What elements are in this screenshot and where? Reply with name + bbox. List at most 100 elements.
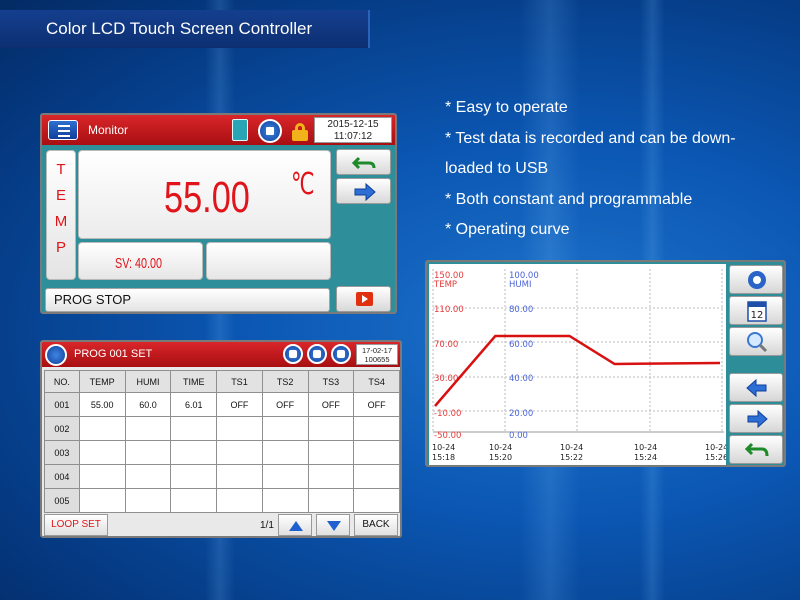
- stop-icon: [266, 127, 274, 135]
- title-bar: Color LCD Touch Screen Controller: [0, 10, 370, 48]
- calendar-button[interactable]: 12: [729, 296, 783, 325]
- unlock-icon[interactable]: [292, 123, 308, 141]
- up-arrow-icon: [289, 521, 303, 531]
- calendar-day: 12: [751, 310, 764, 321]
- table-cell[interactable]: [353, 464, 400, 489]
- zoom-button[interactable]: [729, 327, 783, 356]
- table-cell[interactable]: [261, 488, 309, 513]
- table-row[interactable]: 002: [44, 416, 400, 441]
- table-cell[interactable]: [353, 488, 400, 513]
- left-arrow-icon: [746, 378, 767, 398]
- menu-icon: [58, 125, 70, 127]
- feature-item: * Both constant and programmable: [445, 190, 693, 208]
- feature-item: loaded to USB: [445, 160, 549, 177]
- return-button[interactable]: [336, 149, 391, 175]
- refresh-button[interactable]: [729, 265, 783, 294]
- delete-icon[interactable]: [307, 344, 327, 364]
- humi-series-label: HUMI: [509, 280, 531, 290]
- menu-button[interactable]: [48, 120, 78, 140]
- table-cell[interactable]: 6.01: [170, 392, 218, 417]
- table-row[interactable]: 003: [44, 440, 400, 465]
- curve-screen: 150.00 110.00 70.00 30.00 -10.00 -50.00 TEMP 10…: [425, 260, 786, 467]
- play-icon: [356, 292, 373, 306]
- table-cell[interactable]: [353, 440, 400, 465]
- table-cell[interactable]: [216, 464, 263, 489]
- table-cell[interactable]: [307, 416, 355, 441]
- table-cell[interactable]: OFF: [261, 392, 309, 417]
- table-cell[interactable]: [261, 416, 309, 441]
- table-cell[interactable]: [307, 488, 355, 513]
- table-cell[interactable]: [78, 488, 126, 513]
- datetime-display: 2015-12-15 11:07:12: [314, 117, 392, 143]
- usb-icon[interactable]: [232, 119, 248, 141]
- table-cell[interactable]: [307, 464, 355, 489]
- program-header: PROG 001 SET 17-02-17 100655: [42, 342, 400, 367]
- monitor-screen: Monitor 2015-12-15 11:07:12 T E M P 55.0…: [40, 113, 397, 314]
- save-icon[interactable]: [283, 344, 303, 364]
- table-cell[interactable]: 60.0: [124, 392, 172, 417]
- stop-button[interactable]: [258, 119, 282, 143]
- table-row[interactable]: 004: [44, 464, 400, 489]
- table-cell[interactable]: [261, 464, 309, 489]
- curve-chart: 150.00110.0070.0030.00-10.00-50.00TEMP10…: [432, 269, 726, 462]
- row-number: 001: [44, 392, 80, 417]
- stop-icon[interactable]: [331, 344, 351, 364]
- column-header: TEMP: [78, 370, 126, 393]
- row-number: 002: [44, 416, 80, 441]
- table-cell[interactable]: [170, 416, 218, 441]
- table-cell[interactable]: [124, 440, 172, 465]
- table-cell[interactable]: [78, 464, 126, 489]
- page-down-button[interactable]: [316, 514, 350, 536]
- loop-set-button[interactable]: LOOP SET: [44, 514, 108, 536]
- sv-value: SV: 40.00: [115, 255, 163, 272]
- table-cell[interactable]: [261, 440, 309, 465]
- row-number: 005: [44, 488, 80, 513]
- table-cell[interactable]: [170, 464, 218, 489]
- home-button[interactable]: [45, 344, 67, 366]
- table-cell[interactable]: [170, 488, 218, 513]
- program-table: NO. TEMP HUMI TIME TS1 TS2 TS3 TS4 001 5…: [44, 370, 400, 513]
- table-cell[interactable]: [78, 440, 126, 465]
- feature-item: * Test data is recorded and can be down-: [445, 129, 736, 147]
- table-cell[interactable]: OFF: [216, 392, 263, 417]
- next-button[interactable]: [336, 178, 391, 204]
- table-header-row: NO. TEMP HUMI TIME TS1 TS2 TS3 TS4: [44, 370, 400, 393]
- return-button[interactable]: [729, 435, 783, 464]
- humi-tick-label: 80.00: [509, 305, 533, 315]
- monitor-header: Monitor 2015-12-15 11:07:12: [42, 115, 395, 145]
- sv-display[interactable]: SV: 40.00: [78, 242, 203, 280]
- column-header: TS1: [216, 370, 263, 393]
- table-cell[interactable]: [124, 416, 172, 441]
- scroll-right-button[interactable]: [729, 404, 783, 433]
- table-cell[interactable]: [307, 440, 355, 465]
- table-cell[interactable]: [124, 464, 172, 489]
- table-cell[interactable]: [170, 440, 218, 465]
- calendar-icon: 12: [747, 301, 767, 322]
- table-cell[interactable]: [124, 488, 172, 513]
- table-row[interactable]: 005: [44, 488, 400, 513]
- table-cell[interactable]: [216, 440, 263, 465]
- table-cell[interactable]: [216, 488, 263, 513]
- down-arrow-icon: [327, 521, 341, 531]
- pv-unit: ℃: [291, 168, 315, 201]
- program-title: PROG 001 SET: [74, 348, 153, 360]
- x-tick-date: 10-24: [432, 443, 455, 452]
- temp-letter: T: [56, 161, 66, 178]
- table-cell[interactable]: [216, 416, 263, 441]
- table-cell[interactable]: [78, 416, 126, 441]
- back-button[interactable]: BACK: [354, 514, 398, 536]
- temp-label: T E M P: [46, 150, 76, 280]
- table-cell[interactable]: 55.00: [78, 392, 126, 417]
- table-cell[interactable]: OFF: [353, 392, 400, 417]
- table-row[interactable]: 001 55.00 60.0 6.01 OFF OFF OFF OFF: [44, 392, 400, 417]
- page-up-button[interactable]: [278, 514, 312, 536]
- table-cell[interactable]: [353, 416, 400, 441]
- row-number: 003: [44, 440, 80, 465]
- right-arrow-icon: [354, 182, 376, 202]
- pv-value: 55.00: [164, 173, 250, 222]
- scroll-left-button[interactable]: [729, 373, 783, 402]
- menu-icon: [58, 135, 70, 137]
- table-cell[interactable]: OFF: [307, 392, 355, 417]
- x-tick-time: 15:24: [634, 453, 657, 462]
- run-button[interactable]: [336, 286, 391, 312]
